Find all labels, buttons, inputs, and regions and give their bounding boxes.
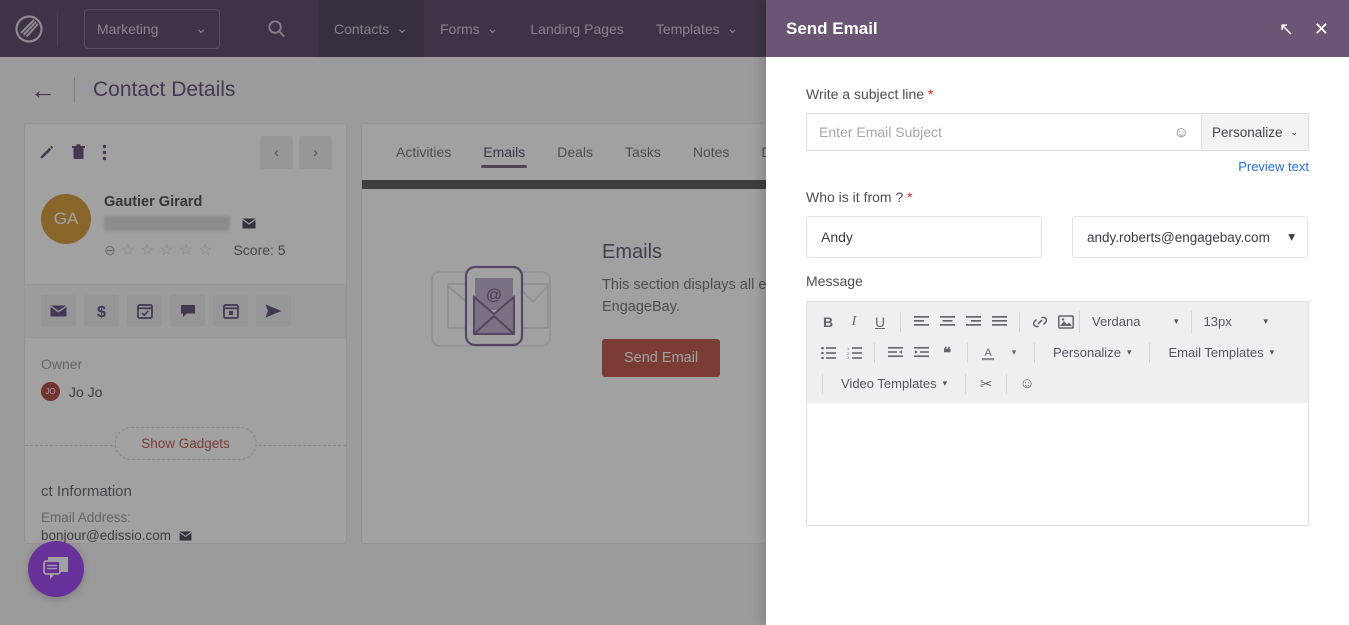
from-label: Who is it from ? * [806,189,1309,205]
editor-toolbar-row-2: 1 2 3 ❝ A ▾ Personalize ▾ Email Template… [815,337,1300,368]
editor-toolbar-row-1: B I U Verdana ▾ 13px ▾ [815,306,1300,337]
toolbar-divider [874,342,875,363]
align-right-icon[interactable] [960,309,986,335]
text-color-caret-icon[interactable]: ▾ [1001,340,1027,366]
send-email-modal: Send Email ↖ ✕ Write a subject line * ☺ … [766,0,1349,625]
align-left-icon[interactable] [908,309,934,335]
subject-personalize-button[interactable]: Personalize ⌄ [1201,113,1309,151]
modal-body: Write a subject line * ☺ Personalize ⌄ P… [766,57,1349,557]
bullet-list-icon[interactable] [815,340,841,366]
chevron-down-icon: ⌄ [1290,126,1299,137]
editor-personalize-dropdown[interactable]: Personalize ▾ [1042,345,1142,360]
message-body-input[interactable] [807,403,1308,525]
required-marker: * [907,189,913,205]
preview-text-link[interactable]: Preview text [806,159,1309,174]
screen: Marketing ⌄ Contacts ⌄ Forms ⌄ Landing P… [0,0,1349,625]
indent-icon[interactable] [908,340,934,366]
subject-input-wrap[interactable]: ☺ [806,113,1201,151]
chevron-down-icon: ▾ [1288,229,1295,244]
emoji-icon[interactable]: ☺ [1014,371,1040,397]
toolbar-divider [1034,342,1035,363]
align-justify-icon[interactable] [986,309,1012,335]
link-icon[interactable] [1027,309,1053,335]
from-name-field[interactable]: Andy [806,216,1042,258]
font-family-value: Verdana [1092,314,1141,329]
toolbar-divider [965,373,967,394]
editor-toolbar-row-3: Video Templates ▾ ✂ ☺ [815,368,1300,399]
subject-label-text: Write a subject line [806,86,925,102]
modal-header: Send Email ↖ ✕ [766,0,1349,57]
cut-icon[interactable]: ✂ [973,371,999,397]
chevron-down-icon: ▾ [1174,316,1179,326]
underline-icon[interactable]: U [867,309,893,335]
outdent-icon[interactable] [882,340,908,366]
font-family-select[interactable]: Verdana ▾ [1079,310,1191,333]
modal-header-controls: ↖ ✕ [1279,20,1329,38]
message-editor: B I U Verdana ▾ 13px ▾ 1 2 3 ❝ A ▾ Perso… [806,301,1309,526]
message-label: Message [806,273,863,289]
close-icon[interactable]: ✕ [1314,20,1329,38]
video-templates-label: Video Templates [841,376,937,391]
email-templates-dropdown[interactable]: Email Templates ▾ [1157,345,1285,360]
numbered-list-icon[interactable]: 1 2 3 [841,340,867,366]
editor-toolbar: B I U Verdana ▾ 13px ▾ 1 2 3 ❝ A ▾ Perso… [807,302,1308,403]
from-row: Andy andy.roberts@engagebay.com ▾ [806,216,1309,258]
subject-personalize-label: Personalize [1211,124,1283,140]
subject-label: Write a subject line * [806,86,1309,102]
minimize-icon[interactable]: ↖ [1279,20,1294,38]
text-color-icon[interactable]: A [975,340,1001,366]
svg-text:3: 3 [847,355,850,359]
chevron-down-icon: ▾ [1263,316,1269,326]
from-label-text: Who is it from ? [806,189,904,205]
video-templates-dropdown[interactable]: Video Templates ▾ [830,376,958,391]
toolbar-divider [822,373,823,394]
modal-footer [766,557,1349,625]
svg-text:A: A [984,347,992,359]
italic-icon[interactable]: I [841,309,867,335]
font-size-select[interactable]: 13px ▾ [1190,310,1281,333]
toolbar-divider [1149,342,1151,363]
from-email-select[interactable]: andy.roberts@engagebay.com ▾ [1072,216,1308,258]
subject-input[interactable] [819,124,1174,140]
editor-personalize-label: Personalize [1053,345,1121,360]
toolbar-divider [967,342,968,363]
chevron-down-icon: ▾ [1269,347,1275,357]
image-icon[interactable] [1053,309,1079,335]
blockquote-icon[interactable]: ❝ [934,340,960,366]
email-templates-label: Email Templates [1168,345,1264,360]
required-marker: * [927,86,934,102]
chevron-down-icon: ▾ [1126,347,1132,357]
font-size-value: 13px [1203,314,1232,329]
bold-icon[interactable]: B [815,309,841,335]
modal-title: Send Email [786,18,878,38]
chevron-down-icon: ▾ [942,378,948,388]
toolbar-divider [1006,373,1008,394]
toolbar-divider [1019,311,1020,332]
from-email-value: andy.roberts@engagebay.com [1087,229,1270,245]
emoji-icon[interactable]: ☺ [1174,124,1189,141]
subject-row: ☺ Personalize ⌄ [806,113,1309,151]
toolbar-divider [900,311,901,332]
align-center-icon[interactable] [934,309,960,335]
